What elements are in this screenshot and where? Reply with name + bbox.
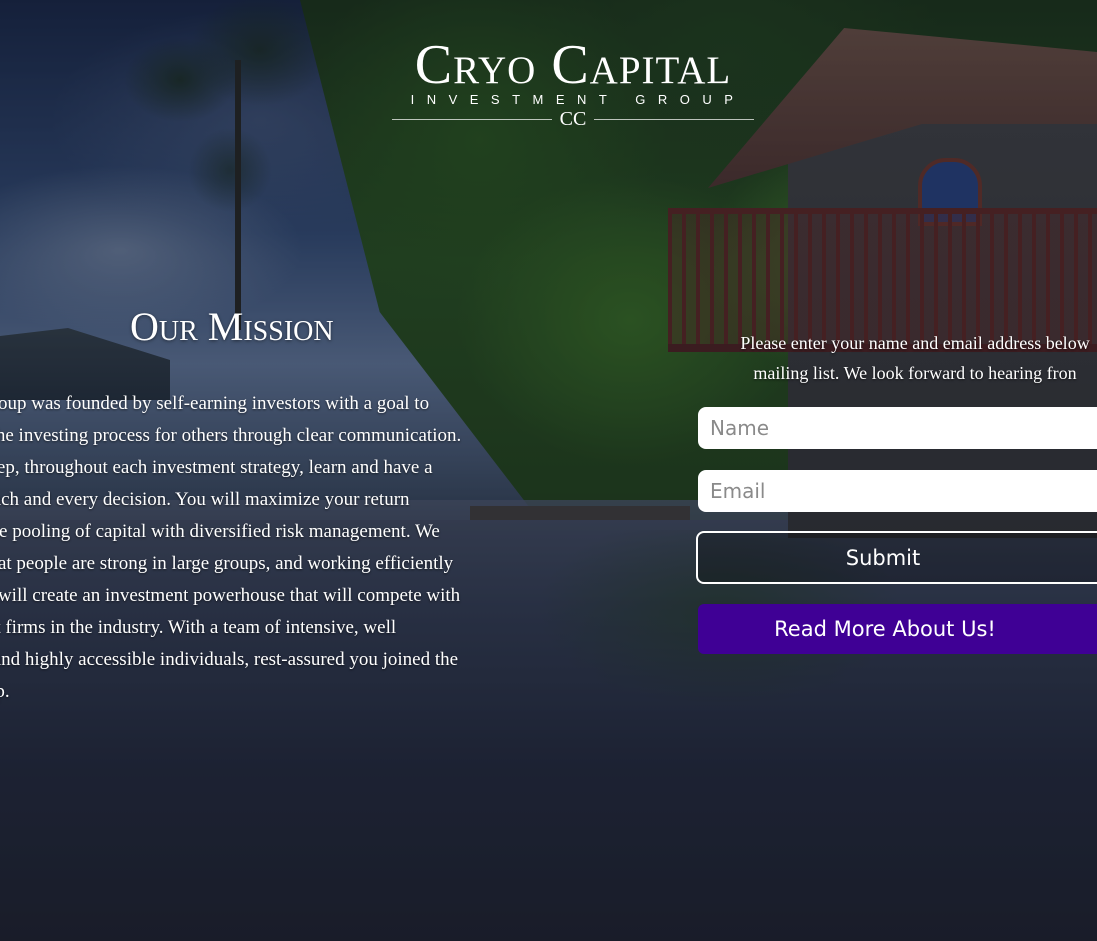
email-field[interactable] [698, 470, 1097, 512]
signup-message-line: Please enter your name and email address… [740, 333, 1090, 353]
brand-logo[interactable]: Cryo Capital INVESTMENT GROUP CC [392, 34, 754, 130]
brand-title: Cryo Capital [414, 34, 732, 96]
brand-subtitle: INVESTMENT GROUP [410, 92, 746, 107]
mission-line: am will create an investment powerhouse … [0, 585, 461, 606]
mission-line: s group was founded by self-earning inve… [0, 393, 430, 414]
signup-message: Please enter your name and email address… [700, 328, 1097, 388]
mission-line: fy the investing process for others thro… [0, 425, 462, 446]
signup-message-line: mailing list. We look forward to hearing… [753, 363, 1077, 383]
logo-divider: CC [392, 108, 754, 130]
mission-paragraph: s group was founded by self-earning inve… [0, 388, 542, 708]
read-more-button[interactable]: Read More About Us! [698, 604, 1097, 654]
mission-line: roup. [0, 681, 10, 702]
mission-line: ed and highly accessible individuals, re… [0, 649, 459, 670]
mission-line: h the pooling of capital with diversifie… [0, 521, 440, 542]
mission-line: y step, throughout each investment strat… [0, 457, 433, 478]
monogram-icon: CC [559, 108, 587, 130]
submit-button[interactable]: Submit [696, 531, 1097, 584]
mission-heading: Our Mission [130, 304, 334, 349]
mission-line: n each and every decision. You will maxi… [0, 489, 410, 510]
name-field[interactable] [698, 407, 1097, 449]
mission-line: e that people are strong in large groups… [0, 553, 454, 574]
mission-line: gest firms in the industry. With a team … [0, 617, 397, 638]
